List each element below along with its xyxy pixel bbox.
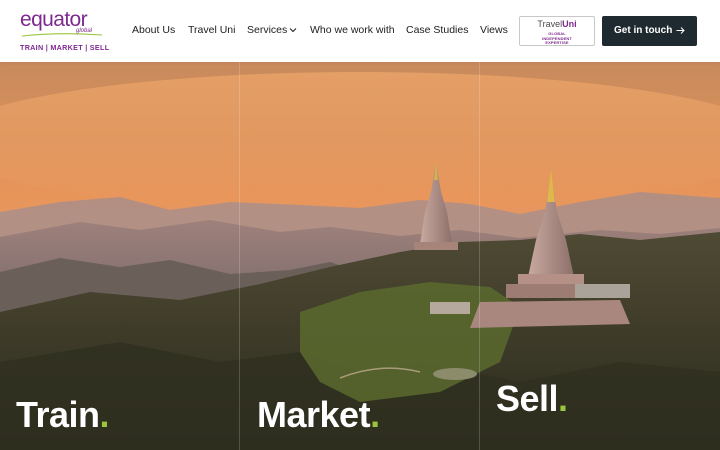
nav-services-label: Services xyxy=(247,24,288,36)
hero-column-divider xyxy=(239,62,240,450)
logo-tagline: TRAIN | MARKET | SELL xyxy=(20,43,110,52)
nav-travel-uni[interactable]: Travel Uni xyxy=(188,24,235,36)
logo-subtitle: global xyxy=(76,28,93,34)
hero-train-link[interactable]: Train. xyxy=(16,394,110,435)
logo-wordmark: equator xyxy=(20,8,88,31)
hero-sell-dot: . xyxy=(558,378,568,419)
nav-services[interactable]: Services xyxy=(247,24,297,36)
get-in-touch-button[interactable]: Get in touch xyxy=(602,16,697,46)
hero-market-link[interactable]: Market. xyxy=(257,395,380,435)
hero-market-dot: . xyxy=(370,394,380,435)
hero-sell-text: Sell xyxy=(496,378,559,419)
nav-who-we-work-with[interactable]: Who we work with xyxy=(310,24,395,36)
hero-train-text: Train xyxy=(16,394,100,435)
equator-logo[interactable]: equator global TRAIN | MARKET | SELL xyxy=(20,8,109,53)
travel-uni-badge-title: TravelUni xyxy=(520,19,594,29)
nav-case-studies[interactable]: Case Studies xyxy=(406,24,468,36)
hero-sell-link[interactable]: Sell. xyxy=(496,379,568,419)
site-header: equator global TRAIN | MARKET | SELL Abo… xyxy=(0,0,720,62)
hero-column-divider xyxy=(479,62,480,450)
badge-line-3: EXPERTISE xyxy=(545,40,569,45)
travel-uni-badge[interactable]: TravelUni GLOBAL INDEPENDENT EXPERTISE xyxy=(519,16,595,46)
nav-about-us[interactable]: About Us xyxy=(132,24,175,36)
badge-title-uni: Uni xyxy=(562,19,577,29)
badge-title-travel: Travel xyxy=(537,19,563,29)
hero-market-text: Market xyxy=(257,394,371,435)
nav-views[interactable]: Views xyxy=(480,24,508,36)
chevron-down-icon xyxy=(289,28,297,33)
hero-background-image xyxy=(0,62,720,450)
cta-label: Get in touch xyxy=(614,25,673,36)
arrow-right-icon xyxy=(676,27,685,34)
hero-train-dot: . xyxy=(99,394,110,435)
hero-section: Train. Market. Sell. xyxy=(0,62,720,450)
